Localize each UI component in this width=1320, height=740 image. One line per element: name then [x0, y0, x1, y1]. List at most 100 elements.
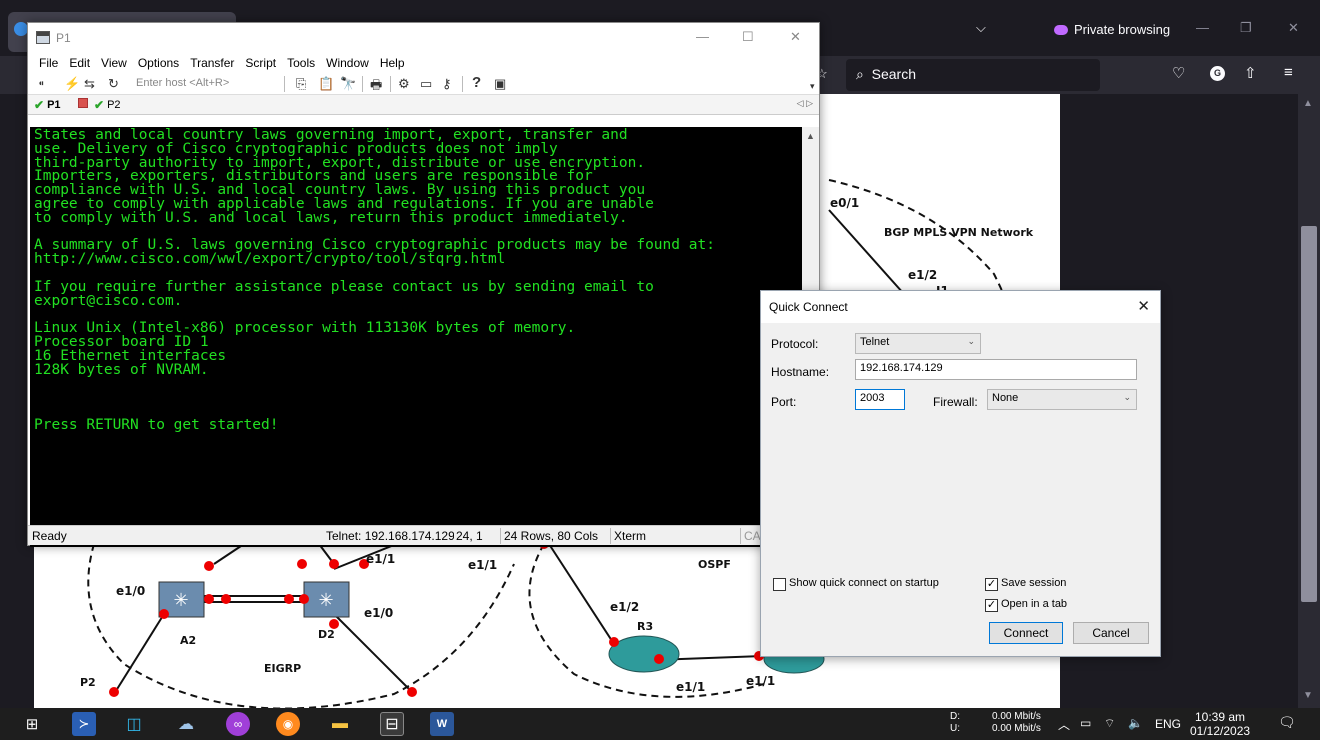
open-in-tab-checkbox[interactable]: ✓: [985, 599, 998, 612]
terminal-screen[interactable]: States and local country laws governing …: [30, 127, 802, 547]
connect-button[interactable]: Connect: [989, 622, 1063, 644]
notifications-icon[interactable]: 🗨: [1278, 714, 1296, 731]
securecrt-taskbar-icon[interactable]: ⊟: [380, 712, 404, 736]
save-session-checkbox[interactable]: ✓: [985, 578, 998, 591]
diagram-label-p2: P2: [80, 676, 96, 689]
protocol-select[interactable]: Telnet ⌄: [855, 333, 981, 354]
port-input[interactable]: 2003: [855, 389, 905, 410]
menu-transfer[interactable]: Transfer: [190, 56, 234, 70]
securecrt-maximize-icon[interactable]: ☐: [742, 29, 754, 45]
link-d2-down: [333, 613, 415, 695]
account-icon[interactable]: G: [1210, 66, 1225, 81]
copy-icon[interactable]: ⎘: [296, 76, 306, 92]
tab-scroll-arrows-icon[interactable]: ◁ ▷: [797, 98, 813, 109]
quick-connect-dialog: Quick Connect ✕ Protocol: Telnet ⌄ Hostn…: [760, 290, 1161, 657]
switch-d2-symbol: ✳: [318, 590, 333, 611]
tab-p1[interactable]: ✔ P1: [34, 98, 61, 112]
quick-connect-title: Quick Connect: [769, 300, 848, 314]
securecrt-app-icon: [36, 31, 50, 44]
securecrt-minimize-icon[interactable]: —: [696, 29, 709, 44]
keymap-icon[interactable]: ▭: [420, 76, 432, 92]
find-binoculars-icon[interactable]: 🔭: [340, 76, 356, 92]
link-a2-p2: [113, 613, 165, 695]
securecrt-titlebar[interactable]: P1 — ☐ ✕: [28, 23, 819, 53]
battery-icon[interactable]: ▭: [1080, 716, 1091, 730]
key-icon[interactable]: ⚷: [442, 76, 452, 92]
scroll-down-arrow-icon[interactable]: ▼: [1303, 690, 1313, 701]
menu-tools[interactable]: Tools: [287, 56, 315, 70]
diagram-label-e1-1-d: e1/1: [746, 674, 776, 688]
menu-script[interactable]: Script: [245, 56, 276, 70]
status-size: 24 Rows, 80 Cols: [504, 529, 599, 543]
tab-p1-label: P1: [47, 99, 61, 111]
firefox-private-app-icon[interactable]: ∞: [226, 712, 250, 736]
list-all-tabs-chevron-icon[interactable]: ⌵: [976, 20, 986, 36]
link-r3-up: [548, 543, 615, 645]
paste-icon[interactable]: 📋: [318, 76, 334, 92]
firefox-search-bar[interactable]: ⌕ Search: [846, 59, 1100, 91]
menu-options[interactable]: Options: [138, 56, 179, 70]
terminal-scroll-up-icon[interactable]: ▲: [806, 131, 815, 141]
toolbar-overflow-icon[interactable]: ▾: [810, 81, 815, 92]
extensions-icon[interactable]: ⇧: [1244, 64, 1257, 82]
firefox-restore-icon[interactable]: ❐: [1240, 20, 1252, 36]
status-separator: [500, 528, 501, 544]
firefox-app-icon[interactable]: ◉: [276, 712, 300, 736]
quick-connect-close-icon[interactable]: ✕: [1137, 297, 1150, 315]
network-tool-icon[interactable]: ☁: [174, 712, 198, 736]
open-in-tab-label: Open in a tab: [1001, 598, 1068, 610]
scroll-up-arrow-icon[interactable]: ▲: [1303, 98, 1313, 109]
hostname-input[interactable]: 192.168.174.129: [855, 359, 1137, 380]
reconnect-icon[interactable]: ↻: [108, 76, 119, 92]
quick-connect-titlebar[interactable]: Quick Connect ✕: [761, 291, 1160, 323]
securecrt-session-tabs: ✔ P1 ✔ P2 ◁ ▷: [28, 95, 819, 115]
pocket-icon[interactable]: ♡: [1172, 64, 1185, 82]
connect-bar-icon[interactable]: ⁌: [38, 76, 45, 92]
clock-time: 10:39 am: [1194, 710, 1246, 724]
menu-file[interactable]: File: [39, 56, 58, 70]
word-icon[interactable]: W: [430, 712, 454, 736]
switch-a2-symbol: ✳: [173, 590, 188, 611]
menu-hamburger-icon[interactable]: ≡: [1284, 64, 1293, 81]
menu-view[interactable]: View: [101, 56, 127, 70]
firefox-scrollbar-thumb[interactable]: [1301, 226, 1317, 602]
securecrt-window: P1 — ☐ ✕ File Edit View Options Transfer…: [27, 22, 820, 547]
enter-host-input[interactable]: Enter host <Alt+R>: [136, 77, 229, 89]
tab-p1-close[interactable]: [78, 98, 88, 108]
tray-overflow-chevron-icon[interactable]: ︿: [1058, 716, 1070, 733]
protocol-value: Telnet: [860, 336, 890, 348]
status-caps: CA: [744, 529, 761, 543]
diagram-label-e1-2-bottom: e1/2: [610, 600, 640, 614]
connect-in-tab-icon[interactable]: ⇆: [84, 76, 95, 92]
securecrt-close-icon[interactable]: ✕: [790, 29, 801, 45]
vscode-like-icon[interactable]: ◫: [122, 712, 146, 736]
toolbar-separator: [462, 76, 463, 92]
show-on-startup-checkbox[interactable]: [773, 578, 786, 591]
status-cursor-position: 24, 1: [456, 529, 483, 543]
tab-p2[interactable]: ✔ P2: [94, 98, 121, 112]
firefox-minimize-icon[interactable]: —: [1196, 20, 1209, 35]
quick-connect-lightning-icon[interactable]: ⚡: [64, 76, 80, 92]
menu-window[interactable]: Window: [326, 56, 369, 70]
close-tab-icon: [78, 98, 88, 108]
volume-icon[interactable]: 🔈: [1128, 716, 1143, 730]
wifi-icon[interactable]: ⌔: [1104, 716, 1115, 731]
diagram-label-e1-0-left: e1/0: [116, 584, 146, 598]
firefox-close-icon[interactable]: ✕: [1288, 20, 1299, 36]
sftp-icon[interactable]: ▣: [494, 76, 506, 92]
menu-edit[interactable]: Edit: [69, 56, 90, 70]
toolbar-separator: [284, 76, 285, 92]
cancel-button[interactable]: Cancel: [1073, 622, 1149, 644]
menu-help[interactable]: Help: [380, 56, 405, 70]
start-windows-icon[interactable]: ⊞: [20, 712, 44, 736]
settings-gear-icon[interactable]: ⚙: [398, 76, 410, 92]
language-indicator[interactable]: ENG: [1155, 717, 1181, 731]
file-explorer-icon[interactable]: ▬: [328, 712, 352, 736]
powershell-icon[interactable]: ≻: [72, 712, 96, 736]
diagram-label-ospf: OSPF: [698, 558, 731, 571]
terminal-output: States and local country laws governing …: [34, 127, 715, 433]
clock[interactable]: 10:39 am 01/12/2023: [1190, 710, 1250, 738]
firewall-select[interactable]: None ⌄: [987, 389, 1137, 410]
diagram-label-e1-1-a: e1/1: [366, 552, 396, 566]
help-question-icon[interactable]: ?: [472, 74, 481, 91]
